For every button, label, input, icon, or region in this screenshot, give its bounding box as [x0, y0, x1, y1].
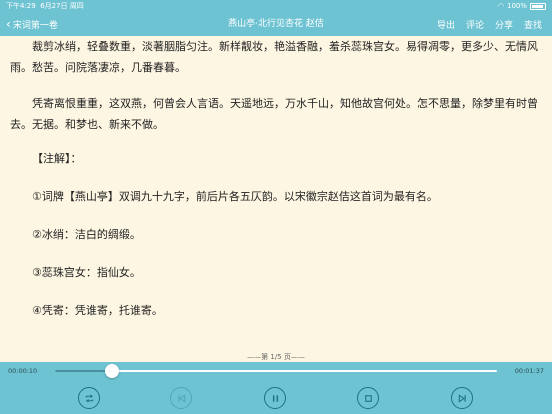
battery-percent: 100%: [506, 2, 527, 10]
total-time: 00:01:37: [514, 367, 544, 375]
poem-content[interactable]: 裁剪冰绡，轻叠数重，淡著胭脂匀注。新样靓妆，艳溢香融，羞杀蕊珠宫女。易得凋零，更…: [10, 36, 542, 350]
status-bar: 下午4:29 6月27日 周四 ◠ 100%: [0, 0, 552, 12]
battery-icon: [530, 2, 546, 10]
annotation-2: ②冰绡：洁白的绸缎。: [32, 228, 141, 241]
find-button[interactable]: 查找: [524, 18, 542, 31]
status-time: 下午4:29: [6, 2, 36, 10]
navigation-bar: ‹ 宋词第一卷 燕山亭·北行见杏花 赵佶 导出 评论 分享 查找: [0, 12, 552, 36]
repeat-icon: [85, 393, 93, 403]
pause-button[interactable]: [264, 387, 286, 409]
annotation-heading: 【注解】：: [32, 152, 82, 165]
stop-icon: [364, 394, 372, 402]
progress-fill: [55, 370, 113, 372]
annotation-4: ④凭寄：凭谁寄，托谁寄。: [32, 304, 163, 317]
audio-player: 00:00:10 00:01:37: [0, 362, 552, 414]
skip-forward-icon: [458, 393, 466, 403]
page-indicator: ——第 1/5 页——: [247, 353, 305, 361]
status-time-date: 下午4:29 6月27日 周四: [6, 0, 84, 12]
skip-back-icon: [177, 393, 185, 403]
stop-button[interactable]: [357, 387, 379, 409]
annotation-1: ①词牌【燕山亭】双调九十九字，前后片各五仄韵。以宋徽宗赵佶这首词为最有名。: [32, 190, 438, 203]
nav-actions: 导出 评论 分享 查找: [437, 12, 542, 36]
export-button[interactable]: 导出: [437, 18, 455, 31]
annotation-3: ③蕊珠宫女：指仙女。: [32, 266, 141, 279]
current-time: 00:00:10: [8, 367, 38, 375]
progress-thumb[interactable]: [105, 364, 120, 378]
chevron-left-icon: ‹: [6, 17, 11, 31]
skip-back-button[interactable]: [170, 387, 192, 409]
comment-button[interactable]: 评论: [466, 18, 484, 31]
back-button[interactable]: ‹ 宋词第一卷: [6, 12, 58, 36]
poem-paragraph-1: 裁剪冰绡，轻叠数重，淡著胭脂匀注。新样靓妆，艳溢香融，羞杀蕊珠宫女。易得凋零，更…: [10, 40, 538, 74]
pause-icon: [272, 394, 278, 402]
status-date: 6月27日 周四: [40, 2, 84, 10]
repeat-button[interactable]: [78, 387, 100, 409]
progress-track[interactable]: [55, 364, 497, 378]
status-indicators: ◠ 100%: [498, 0, 546, 12]
share-button[interactable]: 分享: [495, 18, 513, 31]
back-label: 宋词第一卷: [12, 20, 58, 31]
skip-forward-button[interactable]: [451, 387, 473, 409]
wifi-icon: ◠: [497, 2, 504, 10]
poem-paragraph-2: 凭寄离恨重重，这双燕，何曾会人言语。天遥地远，万水千山，知他故宫何处。怎不思量，…: [10, 97, 538, 131]
